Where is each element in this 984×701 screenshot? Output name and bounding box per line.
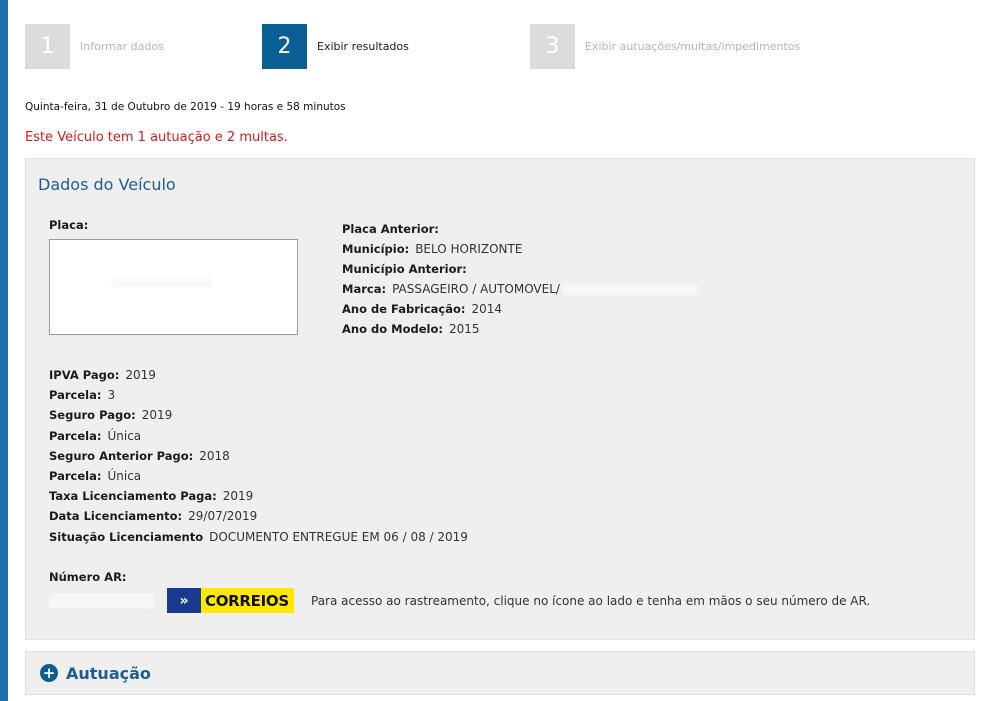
ano-modelo-label: Ano do Modelo: xyxy=(342,322,443,336)
step-2[interactable]: 2 Exibir resultados xyxy=(262,23,409,69)
municipio-row: Município: BELO HORIZONTE xyxy=(342,238,522,257)
plate-redacted xyxy=(112,278,212,288)
municipio-anterior-label: Município Anterior: xyxy=(342,262,467,276)
marca-value: PASSAGEIRO / AUTOMOVEL/ xyxy=(392,282,560,296)
placa-anterior-label: Placa Anterior: xyxy=(342,222,439,236)
ipva-value: 2019 xyxy=(125,368,156,382)
parcela-3-label: Parcela: xyxy=(49,469,102,483)
situacao-licenciamento-label: Situação Licenciamento xyxy=(49,530,204,544)
numero-ar-label: Número AR: xyxy=(49,570,127,584)
ipva-row: IPVA Pago: 2019 xyxy=(49,364,156,383)
step-3[interactable]: 3 Exibir autuações/multas/impedimentos xyxy=(530,23,800,69)
seguro-anterior-label: Seguro Anterior Pago: xyxy=(49,449,194,463)
wizard-steps: 1 Informar dados 2 Exibir resultados 3 E… xyxy=(25,23,975,69)
date-line: Quinta-feira, 31 de Outubro de 2019 - 19… xyxy=(25,101,346,113)
panel-title: Dados do Veículo xyxy=(38,175,176,194)
data-licenciamento-value: 29/07/2019 xyxy=(188,509,258,523)
placa-label: Placa: xyxy=(49,218,89,232)
seguro-pago-value: 2019 xyxy=(141,408,173,422)
ano-fabricacao-label: Ano de Fabricação: xyxy=(342,302,466,316)
situacao-licenciamento-value: DOCUMENTO ENTREGUE EM 06 / 08 / 2019 xyxy=(209,530,468,544)
numero-ar-redacted xyxy=(49,594,154,608)
parcela-2-label: Parcela: xyxy=(49,429,102,443)
step-3-number: 3 xyxy=(530,23,575,69)
autuacao-label: Autuação xyxy=(66,663,151,683)
step-2-number: 2 xyxy=(262,23,307,69)
seguro-anterior-row: Seguro Anterior Pago: 2018 xyxy=(49,445,230,464)
vehicle-data-panel: Dados do Veículo Placa: Placa Anterior: … xyxy=(25,158,975,640)
marca-redacted xyxy=(561,282,697,295)
step-2-label: Exibir resultados xyxy=(317,39,409,53)
placa-anterior-row: Placa Anterior: xyxy=(342,218,439,237)
taxa-licenciamento-label: Taxa Licenciamento Paga: xyxy=(49,489,217,503)
autuacao-accordion[interactable]: + Autuação xyxy=(25,651,975,695)
ipva-label: IPVA Pago: xyxy=(49,368,120,382)
left-accent-bar xyxy=(0,0,8,701)
step-3-label: Exibir autuações/multas/impedimentos xyxy=(585,39,801,53)
data-licenciamento-label: Data Licenciamento: xyxy=(49,509,183,523)
ano-fabricacao-value: 2014 xyxy=(471,302,503,316)
situacao-licenciamento-row: Situação Licenciamento DOCUMENTO ENTREGUE… xyxy=(49,526,468,545)
marca-row: Marca: PASSAGEIRO / AUTOMOVEL/ xyxy=(342,278,697,297)
parcela-3-row: Parcela: Única xyxy=(49,465,141,484)
correios-logo-icon: » xyxy=(167,588,201,613)
seguro-anterior-value: 2018 xyxy=(199,449,230,463)
data-licenciamento-row: Data Licenciamento: 29/07/2019 xyxy=(49,505,257,524)
marca-label: Marca: xyxy=(342,282,387,296)
municipio-value: BELO HORIZONTE xyxy=(415,242,523,256)
alert-message: Este Veículo tem 1 autuação e 2 multas. xyxy=(25,130,288,145)
correios-logo-text: CORREIOS xyxy=(205,591,289,610)
taxa-licenciamento-value: 2019 xyxy=(222,489,254,503)
ano-fabricacao-row: Ano de Fabricação: 2014 xyxy=(342,298,502,317)
seguro-pago-label: Seguro Pago: xyxy=(49,408,136,422)
correios-tracking-button[interactable]: » CORREIOS xyxy=(167,588,294,613)
parcela-1-row: Parcela: 3 xyxy=(49,384,115,403)
plus-circle-icon: + xyxy=(40,664,58,682)
parcela-1-value: 3 xyxy=(107,388,116,402)
plate-image-box xyxy=(49,239,298,335)
parcela-1-label: Parcela: xyxy=(49,388,102,402)
ano-modelo-row: Ano do Modelo: 2015 xyxy=(342,318,480,337)
seguro-pago-row: Seguro Pago: 2019 xyxy=(49,404,172,423)
step-1-number: 1 xyxy=(25,23,70,69)
parcela-3-value: Única xyxy=(107,469,142,483)
ano-modelo-value: 2015 xyxy=(448,322,480,336)
step-1-label: Informar dados xyxy=(80,39,164,53)
municipio-label: Município: xyxy=(342,242,410,256)
municipio-anterior-row: Município Anterior: xyxy=(342,258,467,277)
step-1[interactable]: 1 Informar dados xyxy=(25,23,164,69)
parcela-2-row: Parcela: Única xyxy=(49,425,141,444)
ar-help-text: Para acesso ao rastreamento, clique no í… xyxy=(311,594,871,608)
parcela-2-value: Única xyxy=(107,429,142,443)
taxa-licenciamento-row: Taxa Licenciamento Paga: 2019 xyxy=(49,485,253,504)
